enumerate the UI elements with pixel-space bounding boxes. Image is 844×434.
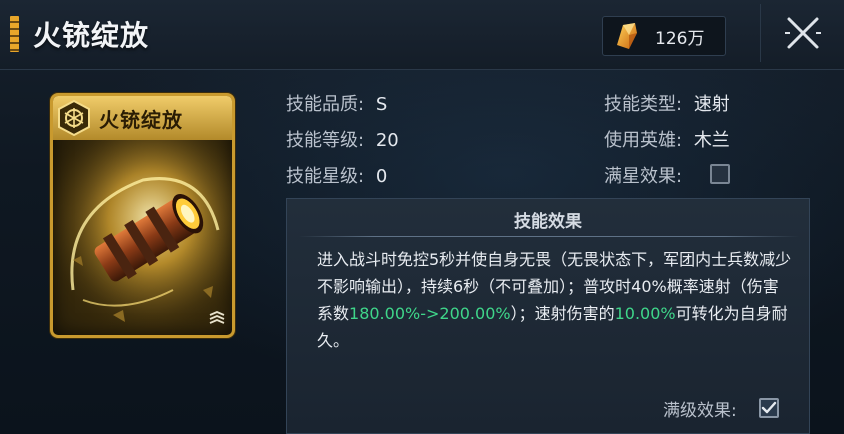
title-area: 火铳绽放 (10, 9, 590, 59)
currency-value: 126万 (655, 28, 705, 49)
max-level-checkbox[interactable] (759, 398, 779, 418)
attr-hero-value: 木兰 (693, 130, 730, 151)
effect-panel: 技能效果 进入战斗时免控5秒并使自身无畏（无畏状态下，军团内士兵数减少不影响输出… (286, 198, 810, 434)
close-button[interactable] (760, 4, 844, 62)
attr-hero: 使用英雄: 木兰 (604, 126, 730, 152)
currency-display: 126万 (602, 16, 726, 56)
attr-full-star-label: 满星效果: (604, 166, 683, 187)
attr-star-label: 技能星级: (286, 166, 365, 187)
hexagon-emblem-icon (58, 99, 90, 137)
attr-level-value: 20 (375, 130, 399, 151)
title-accent-bar (10, 16, 19, 52)
card-name: 火铳绽放 (99, 107, 183, 132)
attr-star: 技能星级: 0 (286, 162, 387, 188)
effect-highlight-conversion: 10.00% (614, 304, 676, 323)
effect-highlight-coefficient: 180.00%->200.00% (349, 304, 511, 323)
rank-chevrons-icon (209, 311, 225, 324)
checkmark-icon (761, 401, 777, 414)
card-header: 火铳绽放 (53, 96, 232, 140)
effect-divider (299, 236, 799, 237)
close-icon (784, 17, 821, 49)
attr-level: 技能等级: 20 (286, 126, 399, 152)
attr-hero-label: 使用英雄: (604, 130, 683, 151)
page-title: 火铳绽放 (33, 19, 150, 52)
attr-type-value: 速射 (693, 94, 730, 115)
skill-card[interactable]: 火铳绽放 (50, 93, 235, 338)
attr-quality: 技能品质: S (286, 90, 387, 116)
max-level-label: 满级效果: (663, 401, 737, 421)
full-star-checkbox[interactable] (710, 164, 730, 184)
attr-type: 技能类型: 速射 (604, 90, 730, 116)
attr-star-value: 0 (375, 166, 388, 187)
attr-quality-value: S (375, 94, 388, 115)
effect-text-part2: ）；速射伤害的 (510, 304, 615, 323)
cannon-barrel-art (53, 140, 232, 335)
attr-full-star: 满星效果: (604, 162, 682, 188)
header-bar: 火铳绽放 126万 (0, 0, 844, 70)
attr-level-label: 技能等级: (286, 130, 365, 151)
effect-description: 进入战斗时免控5秒并使自身无畏（无畏状态下，军团内士兵数减少不影响输出），持续6… (317, 246, 792, 354)
effect-title: 技能效果 (514, 212, 582, 232)
attr-quality-label: 技能品质: (286, 94, 365, 115)
gold-crystal-icon (617, 23, 637, 49)
attr-type-label: 技能类型: (604, 94, 683, 115)
